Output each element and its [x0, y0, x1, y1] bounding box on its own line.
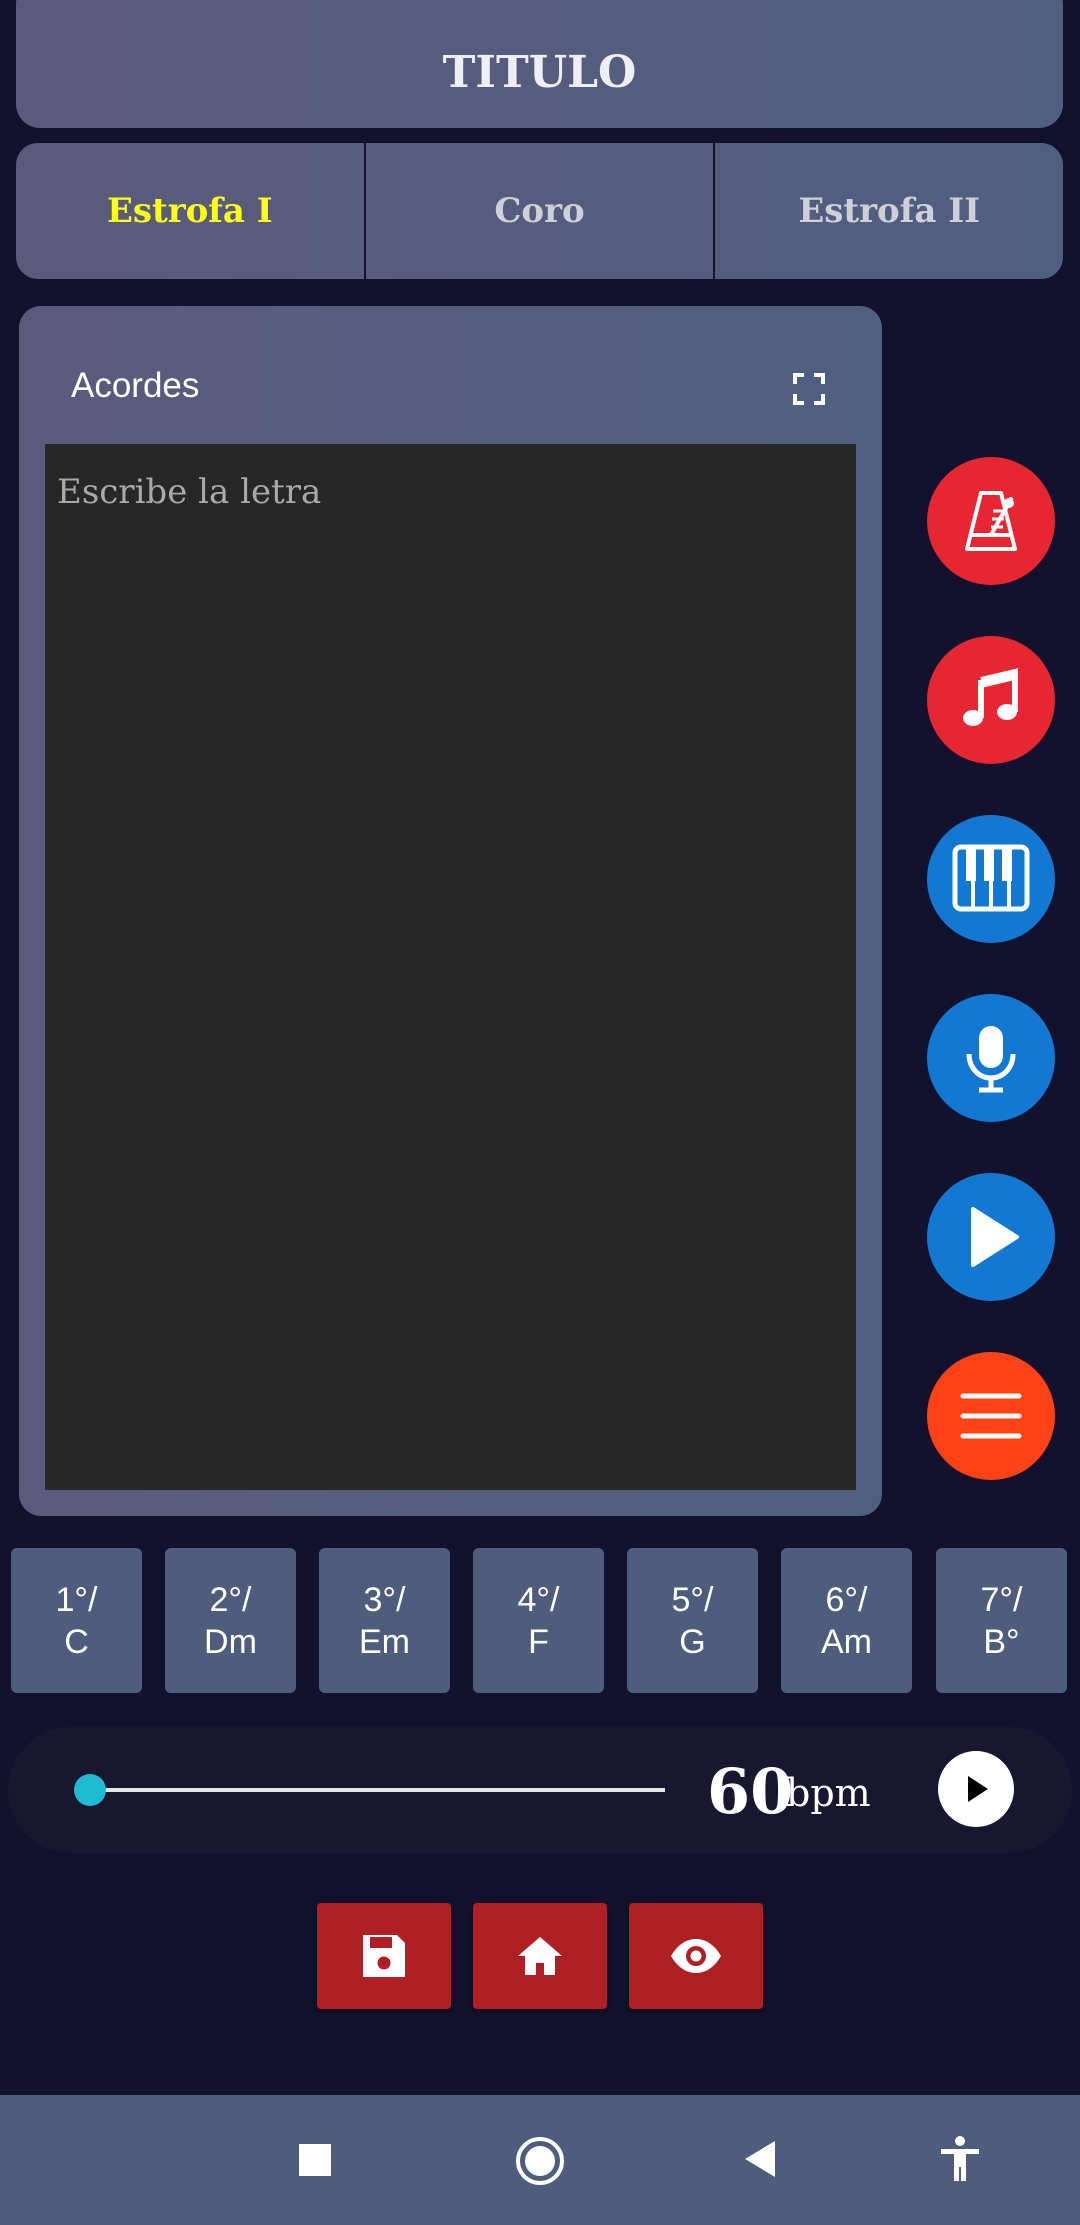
piano-button[interactable]: [927, 815, 1055, 943]
accessibility-icon: [941, 2136, 979, 2181]
lyrics-input[interactable]: [45, 444, 856, 1490]
chord-label: F: [528, 1622, 549, 1661]
recents-button[interactable]: [296, 2141, 334, 2179]
degree-button-3[interactable]: 3°/ Em: [319, 1548, 450, 1693]
chord-degree-row: 1°/ C 2°/ Dm 3°/ Em 4°/ F 5°/ G 6°/ Am 7…: [11, 1548, 1069, 1693]
fullscreen-icon[interactable]: [792, 372, 826, 406]
degree-label: 4°/: [517, 1580, 560, 1619]
degree-button-4[interactable]: 4°/ F: [473, 1548, 604, 1693]
chords-panel: Acordes: [19, 306, 882, 1516]
degree-button-5[interactable]: 5°/ G: [627, 1548, 758, 1693]
panel-title: Acordes: [71, 366, 200, 405]
degree-button-7[interactable]: 7°/ B°: [936, 1548, 1067, 1693]
degree-label: 5°/: [671, 1580, 714, 1619]
metronome-icon: [965, 491, 1017, 551]
view-button[interactable]: [629, 1903, 763, 2009]
play-icon: [968, 1776, 988, 1802]
piano-icon: [952, 844, 1030, 912]
degree-label: 2°/: [209, 1580, 252, 1619]
chord-label: B°: [983, 1622, 1020, 1661]
degree-label: 1°/: [55, 1580, 98, 1619]
chord-label: C: [64, 1622, 89, 1661]
degree-label: 3°/: [363, 1580, 406, 1619]
degree-button-1[interactable]: 1°/ C: [11, 1548, 142, 1693]
menu-icon: [960, 1393, 1022, 1439]
bpm-unit: bpm: [786, 1771, 871, 1815]
play-icon: [971, 1207, 1019, 1267]
tab-estrofa-1[interactable]: Estrofa I: [16, 143, 366, 279]
chord-label: Dm: [204, 1622, 257, 1661]
square-icon: [299, 2144, 331, 2176]
tab-coro[interactable]: Coro: [366, 143, 716, 279]
chord-label: Am: [821, 1622, 872, 1661]
degree-button-2[interactable]: 2°/ Dm: [165, 1548, 296, 1693]
microphone-icon: [966, 1026, 1016, 1093]
degree-label: 7°/: [980, 1580, 1023, 1619]
menu-button[interactable]: [927, 1352, 1055, 1480]
save-button[interactable]: [317, 1903, 451, 2009]
music-button[interactable]: [927, 636, 1055, 764]
accessibility-button[interactable]: [938, 2135, 982, 2183]
circle-icon: [516, 2137, 564, 2185]
eye-icon: [671, 1939, 721, 1973]
tab-estrofa-2[interactable]: Estrofa II: [715, 143, 1063, 279]
bpm-control: 60 bpm: [8, 1727, 1072, 1853]
chord-label: G: [679, 1622, 706, 1661]
metronome-button[interactable]: [927, 457, 1055, 585]
title-bar[interactable]: TITULO: [16, 0, 1063, 128]
song-title: TITULO: [442, 47, 637, 98]
save-icon: [363, 1935, 405, 1977]
system-nav-bar: [0, 2095, 1080, 2225]
degree-label: 6°/: [825, 1580, 868, 1619]
section-tabs: Estrofa I Coro Estrofa II: [16, 143, 1063, 279]
triangle-back-icon: [745, 2141, 775, 2177]
home-nav-button[interactable]: [514, 2135, 566, 2187]
home-icon: [518, 1937, 562, 1975]
bpm-value: 60: [707, 1755, 794, 1828]
bpm-slider-thumb[interactable]: [74, 1774, 106, 1806]
bpm-slider-track[interactable]: [90, 1788, 665, 1792]
home-button[interactable]: [473, 1903, 607, 2009]
chord-label: Em: [359, 1622, 410, 1661]
music-note-icon: [963, 668, 1018, 726]
play-button[interactable]: [927, 1173, 1055, 1301]
degree-button-6[interactable]: 6°/ Am: [781, 1548, 912, 1693]
record-button[interactable]: [927, 994, 1055, 1122]
bpm-play-button[interactable]: [938, 1751, 1014, 1827]
back-button[interactable]: [742, 2139, 778, 2179]
